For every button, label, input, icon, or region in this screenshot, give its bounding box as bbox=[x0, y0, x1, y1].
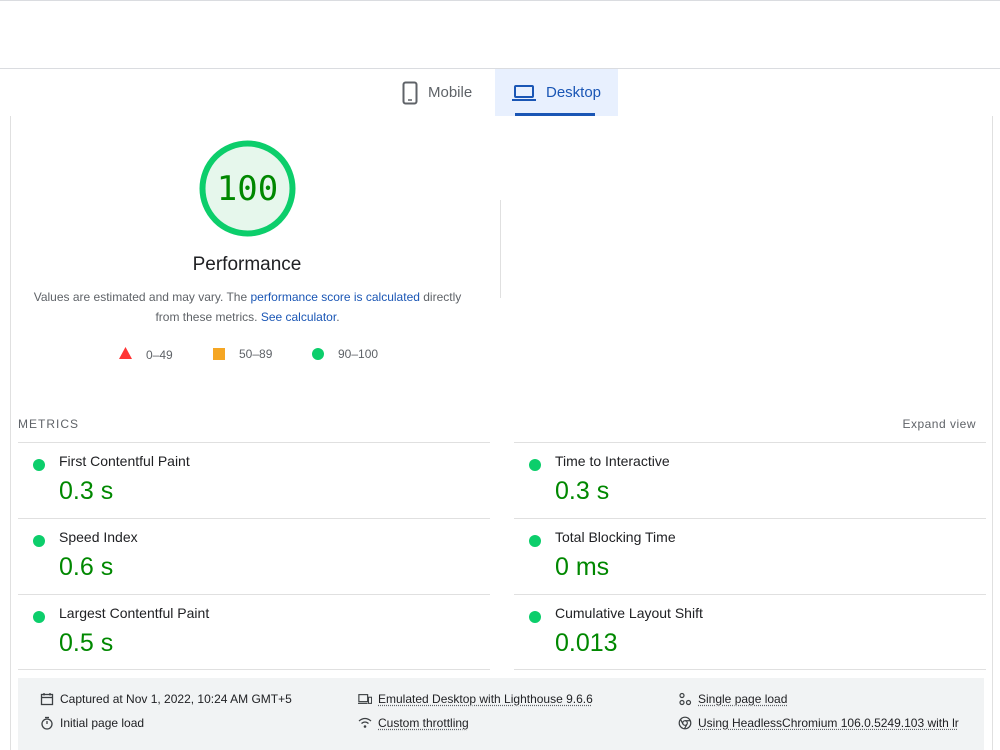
see-calculator-link[interactable]: See calculator bbox=[261, 310, 336, 324]
legend-average-label: 50–89 bbox=[239, 347, 273, 361]
metric-cumulative-layout-shift: Cumulative Layout Shift 0.013 bbox=[514, 594, 986, 670]
circle-icon bbox=[312, 348, 324, 360]
nodes-icon bbox=[678, 692, 692, 706]
throttling-text: Custom throttling bbox=[378, 716, 469, 730]
performance-score: 100 bbox=[216, 168, 279, 209]
top-bar bbox=[0, 0, 1000, 69]
legend-fail-label: 0–49 bbox=[146, 347, 173, 362]
wifi-icon bbox=[358, 716, 372, 730]
single-text: Single page load bbox=[698, 692, 788, 706]
pass-dot-icon bbox=[529, 535, 541, 547]
metric-value: 0.3 s bbox=[555, 477, 610, 505]
metric-label: Time to Interactive bbox=[555, 453, 670, 469]
section-divider bbox=[500, 200, 501, 298]
pass-dot-icon bbox=[33, 535, 45, 547]
emulated-desktop[interactable]: Emulated Desktop with Lighthouse 9.6.6 bbox=[358, 692, 593, 706]
metric-value: 0.3 s bbox=[59, 477, 114, 505]
metric-value: 0.013 bbox=[555, 629, 618, 657]
metric-value: 0.6 s bbox=[59, 553, 114, 581]
timer-icon bbox=[40, 716, 54, 730]
device-tabs: Mobile Desktop bbox=[0, 69, 1000, 116]
using-text: Using HeadlessChromium 106.0.5249.103 wi… bbox=[698, 716, 959, 730]
devices-icon bbox=[358, 692, 372, 706]
legend-pass-label: 90–100 bbox=[338, 347, 379, 361]
single-page-load[interactable]: Single page load bbox=[678, 692, 787, 706]
runtime-settings-footer: Captured at Nov 1, 2022, 10:24 AM GMT+5 … bbox=[18, 678, 984, 750]
calendar-icon bbox=[40, 692, 54, 706]
metric-value: 0.5 s bbox=[59, 629, 114, 657]
metric-label: First Contentful Paint bbox=[59, 453, 190, 469]
metric-largest-contentful-paint: Largest Contentful Paint 0.5 s bbox=[18, 594, 490, 670]
metric-total-blocking-time: Total Blocking Time 0 ms bbox=[514, 518, 986, 594]
metric-label: Total Blocking Time bbox=[555, 529, 676, 545]
pass-dot-icon bbox=[529, 611, 541, 623]
tab-desktop[interactable]: Desktop bbox=[495, 69, 618, 116]
expand-view-button[interactable]: Expand view bbox=[902, 417, 976, 431]
triangle-icon bbox=[119, 347, 132, 362]
captured-text: Captured at Nov 1, 2022, 10:24 AM GMT+5 bbox=[60, 692, 292, 706]
metric-label: Cumulative Layout Shift bbox=[555, 605, 703, 621]
square-icon bbox=[213, 348, 225, 360]
desc-text-3: . bbox=[336, 310, 340, 324]
phone-icon bbox=[402, 81, 418, 105]
metric-label: Largest Contentful Paint bbox=[59, 605, 210, 621]
tab-mobile-label: Mobile bbox=[428, 84, 473, 101]
legend-pass: 90–100 bbox=[312, 347, 378, 361]
legend-fail: 0–49 bbox=[119, 347, 173, 362]
pass-dot-icon bbox=[33, 611, 45, 623]
metric-label: Speed Index bbox=[59, 529, 138, 545]
metric-speed-index: Speed Index 0.6 s bbox=[18, 518, 490, 594]
initial-text: Initial page load bbox=[60, 716, 145, 730]
metrics-header: METRICS bbox=[18, 417, 79, 431]
metric-time-to-interactive: Time to Interactive 0.3 s bbox=[514, 442, 986, 518]
legend-average: 50–89 bbox=[213, 347, 272, 361]
using-chromium[interactable]: Using HeadlessChromium 106.0.5249.103 wi… bbox=[678, 716, 968, 730]
score-description: Values are estimated and may vary. The p… bbox=[30, 287, 465, 327]
initial-page-load: Initial page load bbox=[40, 716, 144, 730]
chrome-icon bbox=[678, 716, 692, 730]
custom-throttling[interactable]: Custom throttling bbox=[358, 716, 469, 730]
metric-first-contentful-paint: First Contentful Paint 0.3 s bbox=[18, 442, 490, 518]
tab-desktop-label: Desktop bbox=[546, 84, 602, 101]
pass-dot-icon bbox=[529, 459, 541, 471]
laptop-icon bbox=[512, 84, 536, 102]
emulated-text: Emulated Desktop with Lighthouse 9.6.6 bbox=[378, 692, 593, 706]
metric-value: 0 ms bbox=[555, 553, 610, 581]
pass-dot-icon bbox=[33, 459, 45, 471]
desc-text-1: Values are estimated and may vary. The bbox=[33, 290, 251, 304]
tab-mobile[interactable]: Mobile bbox=[396, 69, 496, 116]
captured-at: Captured at Nov 1, 2022, 10:24 AM GMT+5 bbox=[40, 692, 292, 706]
performance-score-link[interactable]: performance score is calculated bbox=[251, 290, 420, 304]
performance-title: Performance bbox=[192, 254, 302, 275]
